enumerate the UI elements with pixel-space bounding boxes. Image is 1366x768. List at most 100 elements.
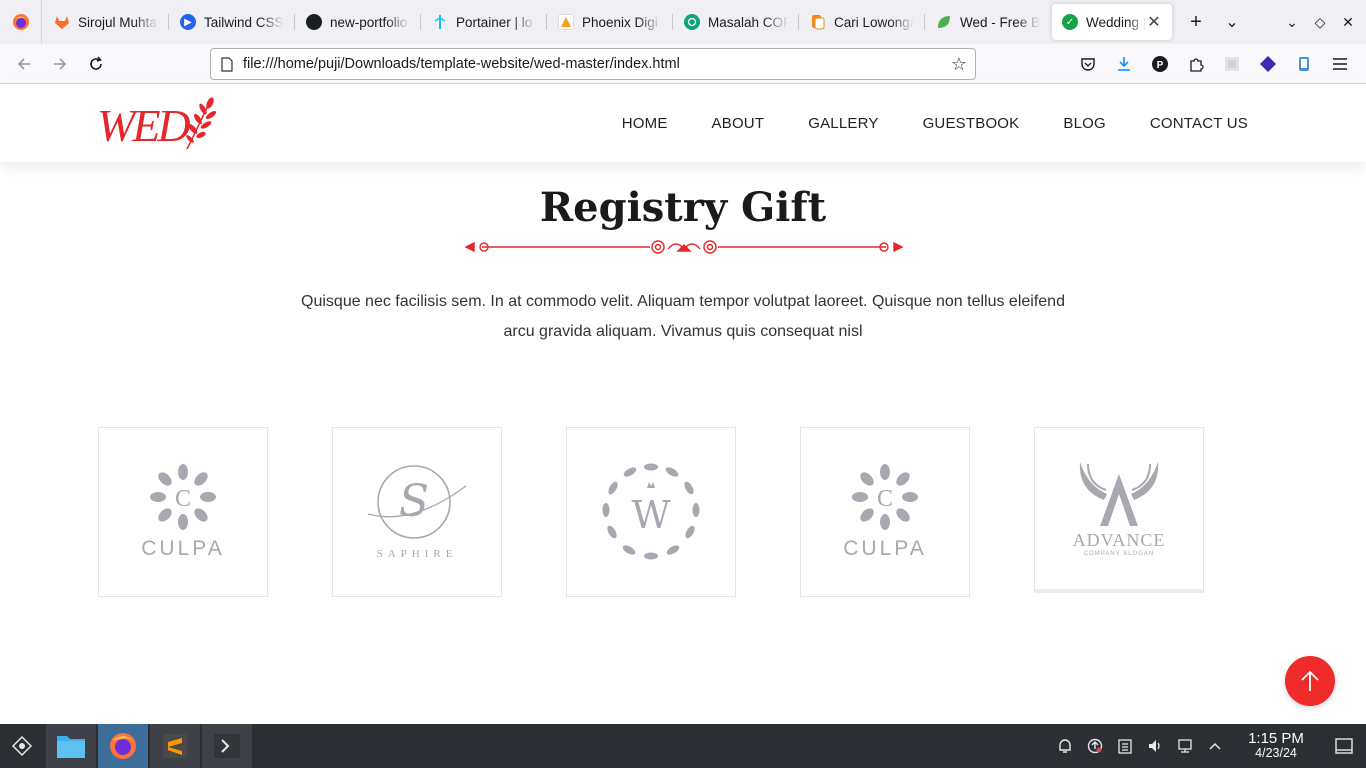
network-icon[interactable]: [1170, 724, 1200, 768]
downloads-icon[interactable]: [1106, 48, 1142, 80]
os-taskbar: 1:15 PM 4/23/24: [0, 724, 1366, 768]
svg-text:S: S: [399, 476, 429, 527]
folder-icon: [57, 736, 85, 758]
volume-icon[interactable]: [1140, 724, 1170, 768]
system-tray: 1:15 PM 4/23/24: [1050, 724, 1366, 768]
extensions-puzzle-icon[interactable]: [1178, 48, 1214, 80]
github-icon: [306, 14, 322, 30]
update-icon[interactable]: [1080, 724, 1110, 768]
section-title: Registry Gift: [539, 184, 827, 231]
clock-time: 1:15 PM: [1248, 730, 1304, 747]
nav-gallery-link[interactable]: GALLERY: [808, 115, 878, 132]
partner-name: CULPA: [141, 537, 225, 560]
browser-tab[interactable]: new-portfolio: [296, 4, 421, 40]
site-main-nav: HOME ABOUT GALLERY GUESTBOOK BLOG CONTAC…: [578, 85, 1248, 162]
back-arrow-icon: [17, 57, 30, 70]
pocket-icon[interactable]: [1070, 48, 1106, 80]
clock[interactable]: 1:15 PM 4/23/24: [1236, 730, 1316, 760]
forward-button[interactable]: [42, 48, 78, 80]
svg-text:W: W: [631, 493, 670, 537]
minimize-window-icon[interactable]: ⌄: [1278, 0, 1306, 44]
terminal-icon: [214, 734, 240, 758]
svg-text:C: C: [877, 486, 893, 512]
hamburger-menu-icon[interactable]: [1322, 48, 1358, 80]
browser-tab[interactable]: Cari Lowonga: [800, 4, 925, 40]
launcher-icon: [11, 735, 33, 757]
browser-tab[interactable]: Masalah COR: [674, 4, 799, 40]
taskbar-file-manager[interactable]: [46, 724, 96, 768]
extension-p-icon[interactable]: P: [1142, 48, 1178, 80]
nav-blog-link[interactable]: BLOG: [1063, 115, 1105, 132]
svg-text:P: P: [1157, 60, 1164, 71]
firefox-icon: [110, 733, 136, 759]
browser-tab[interactable]: ▶ Tailwind CSS: [170, 4, 295, 40]
portainer-icon: [432, 14, 448, 30]
browser-tab[interactable]: Wed - Free B: [926, 4, 1050, 40]
application-launcher-button[interactable]: [0, 724, 44, 768]
extension-phone-icon[interactable]: [1286, 48, 1322, 80]
culpa-flower-logo-icon: C: [150, 464, 216, 530]
taskbar-sublime-text[interactable]: [150, 724, 200, 768]
reload-button[interactable]: [78, 48, 114, 80]
extension-grid-icon[interactable]: [1214, 48, 1250, 80]
saphire-s-logo-icon: S: [367, 465, 467, 539]
back-button[interactable]: [6, 48, 42, 80]
taskbar-terminal[interactable]: [202, 724, 252, 768]
partner-logos: C CULPA S SAPHIRE W C CULPA ADVANCE COMP…: [98, 427, 1204, 597]
tray-expand-icon[interactable]: [1200, 724, 1230, 768]
browser-navigation-bar: file:///home/puji/Downloads/template-web…: [0, 44, 1366, 84]
browser-tab-active[interactable]: ✓ Wedding | ✕: [1052, 4, 1172, 40]
reload-icon: [90, 55, 102, 70]
maximize-window-icon[interactable]: ◇: [1306, 0, 1334, 44]
nav-guestbook-link[interactable]: GUESTBOOK: [923, 115, 1020, 132]
browser-tab[interactable]: Phoenix Digi: [548, 4, 673, 40]
page-icon: [211, 49, 243, 79]
gitlab-icon: [54, 14, 70, 30]
advance-wings-logo-icon: [1079, 462, 1159, 526]
browser-tab[interactable]: Portainer | lo: [422, 4, 547, 40]
firefox-icon: [12, 14, 29, 30]
wheat-leaf-icon: [186, 97, 217, 150]
partner-name: ADVANCE: [1072, 530, 1166, 550]
partner-tagline: COMPANY SLOGAN: [1083, 551, 1155, 557]
taskbar-firefox[interactable]: [98, 724, 148, 768]
scroll-to-top-button[interactable]: [1285, 656, 1335, 706]
bookmark-star-icon[interactable]: ☆: [943, 54, 975, 75]
culpa-flower-logo-icon: C: [852, 464, 918, 530]
leaf-icon: [936, 14, 952, 30]
nav-home-link[interactable]: HOME: [622, 115, 668, 132]
firefox-view-button[interactable]: [0, 0, 42, 44]
forward-arrow-icon: [54, 57, 67, 70]
notifications-icon[interactable]: [1050, 724, 1080, 768]
section-description: Quisque nec facilisis sem. In at commodo…: [301, 293, 1065, 340]
browser-tab-strip: Sirojul Muhta ▶ Tailwind CSS new-portfol…: [0, 0, 1366, 44]
partner-card[interactable]: C CULPA: [800, 427, 970, 597]
site-logo[interactable]: WED: [97, 95, 219, 153]
close-tab-icon[interactable]: ✕: [1146, 12, 1162, 32]
partner-card[interactable]: ADVANCE COMPANY SLOGAN: [1034, 427, 1204, 593]
partner-card[interactable]: C CULPA: [98, 427, 268, 597]
nav-about-link[interactable]: ABOUT: [712, 115, 765, 132]
partner-card[interactable]: W: [566, 427, 736, 597]
partner-card[interactable]: S SAPHIRE: [332, 427, 502, 597]
url-text[interactable]: file:///home/puji/Downloads/template-web…: [243, 56, 943, 72]
browser-tab[interactable]: Sirojul Muhta: [44, 4, 169, 40]
partner-name: SAPHIRE: [376, 548, 458, 560]
phoenix-icon: [558, 14, 574, 30]
check-circle-icon: ✓: [1062, 14, 1078, 30]
glints-icon: [810, 14, 826, 30]
new-tab-button[interactable]: +: [1178, 4, 1214, 40]
svg-text:C: C: [175, 486, 191, 512]
close-window-icon[interactable]: ✕: [1334, 0, 1362, 44]
ornament-divider-icon: [464, 240, 904, 254]
list-all-tabs-button[interactable]: ⌄: [1214, 4, 1250, 40]
clipboard-icon[interactable]: [1110, 724, 1140, 768]
show-desktop-icon[interactable]: [1322, 724, 1366, 768]
nav-contact-link[interactable]: CONTACT US: [1150, 115, 1248, 132]
chatgpt-icon: [684, 14, 700, 30]
youtube-play-icon: ▶: [180, 14, 196, 30]
extension-diamond-icon[interactable]: [1250, 48, 1286, 80]
w-wreath-logo-icon: W: [602, 463, 700, 560]
clock-date: 4/23/24: [1255, 746, 1297, 760]
address-bar[interactable]: file:///home/puji/Downloads/template-web…: [210, 48, 976, 80]
